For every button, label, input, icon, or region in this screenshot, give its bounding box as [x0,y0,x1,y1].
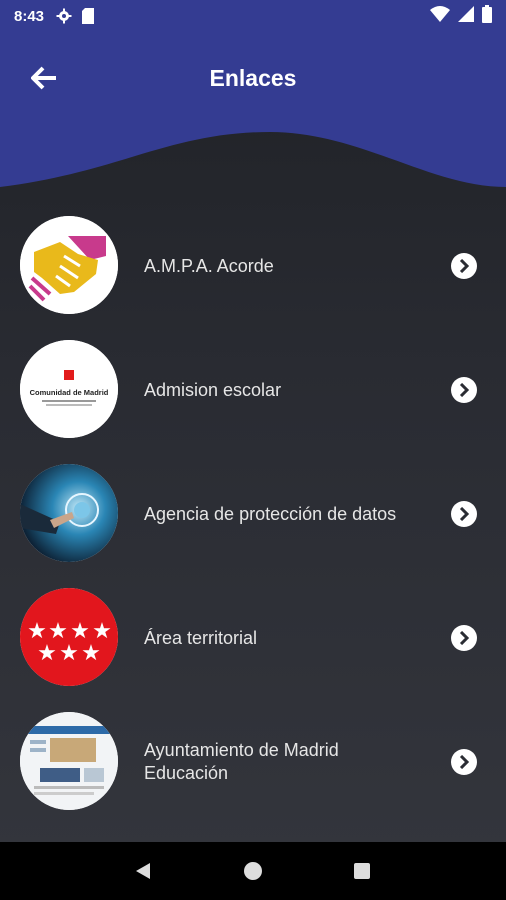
recents-square-icon [353,863,370,879]
chevron-right-icon [451,749,477,775]
wifi-icon [430,6,450,26]
gear-icon [56,8,72,24]
nav-home-button[interactable] [233,851,273,891]
status-right-icons [430,5,492,27]
handshake-logo [20,216,118,314]
battery-icon [482,5,492,27]
arrow-left-icon [31,66,56,90]
status-bar: 8:43 [0,0,506,32]
logo-text: Comunidad de Madrid [30,388,109,397]
chevron-right-icon [451,625,477,651]
svg-text:★: ★ [37,641,57,666]
list-item-area-territorial[interactable]: ★ ★ ★ ★ ★ ★ ★ Área territorial [0,582,506,694]
data-protection-photo [20,464,118,562]
nav-recents-button[interactable] [342,851,382,891]
back-button[interactable] [26,62,62,94]
list-item-label: Ayuntamiento de Madrid Educación [144,706,434,818]
chevron-right-icon [451,377,477,403]
chevron-right-icon [451,253,477,279]
madrid-flag-stars: ★ ★ ★ ★ ★ ★ ★ [20,588,118,686]
list-item-admision-escolar[interactable]: Comunidad de Madrid Admision escolar [0,334,506,446]
website-screenshot [20,712,118,810]
list-item-label: A.M.P.A. Acorde [144,255,274,276]
chevron-right-icon [451,501,477,527]
signal-icon [458,6,474,26]
comunidad-de-madrid-logo: Comunidad de Madrid [20,340,118,438]
nav-back-button[interactable] [124,851,164,891]
sd-card-icon [82,8,95,24]
svg-text:★: ★ [59,641,79,666]
back-triangle-icon [136,863,151,879]
svg-text:★: ★ [81,641,101,666]
home-circle-icon [243,862,262,880]
app-screen: 8:43 Enlaces A.M.P.A. Acorde Comunidad d… [0,0,506,900]
list-item-label: Agencia de protección de datos [144,503,397,524]
list-item-label: Área territorial [144,627,258,648]
status-time: 8:43 [14,7,45,25]
list-item-ayuntamiento-madrid-educacion[interactable]: Ayuntamiento de Madrid Educación [0,706,506,818]
list-item-label: Admision escolar [144,379,282,400]
header-wave [0,32,506,187]
system-nav-bar [0,842,506,900]
list-item-agencia-proteccion-datos[interactable]: Agencia de protección de datos [0,458,506,570]
list-item-label-text: Ayuntamiento de Madrid Educación [144,740,339,783]
list-item-ampa-acorde[interactable]: A.M.P.A. Acorde [0,210,506,322]
app-header: Enlaces [0,32,506,197]
